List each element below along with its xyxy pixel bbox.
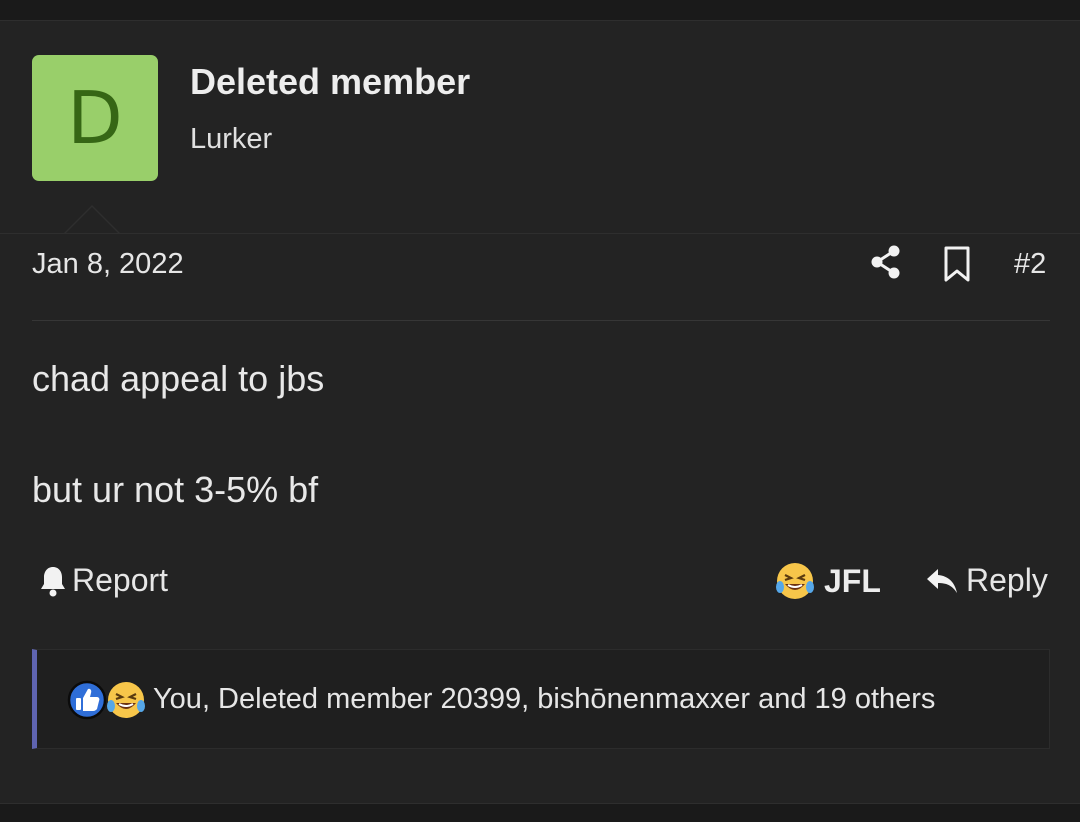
report-label: Report <box>72 562 169 598</box>
report-button[interactable]: Report <box>38 562 168 599</box>
reaction-label: JFL <box>824 562 881 599</box>
avatar[interactable]: D <box>32 55 158 181</box>
share-icon[interactable] <box>868 244 904 280</box>
divider <box>32 320 1050 321</box>
bookmark-icon[interactable] <box>940 246 974 282</box>
react-button[interactable]: JFL <box>774 560 881 602</box>
post-body-line: but ur not 3-5% bf <box>32 469 319 510</box>
laughing-crying-emoji-icon <box>107 682 145 718</box>
bell-icon <box>41 566 65 596</box>
reply-arrow-icon <box>927 568 957 593</box>
reactions-bar[interactable]: You, Deleted member 20399, bishōnenmaxxe… <box>32 649 1050 749</box>
user-block-arrow-inner <box>66 207 118 233</box>
username[interactable]: Deleted member <box>190 61 470 103</box>
post-number-link[interactable]: #2 <box>1014 248 1046 281</box>
post-user-block: D Deleted member Lurker <box>0 21 1080 234</box>
post-date[interactable]: Jan 8, 2022 <box>32 248 184 281</box>
reactions-summary-text[interactable]: You, Deleted member 20399, bishōnenmaxxe… <box>153 683 935 716</box>
laughing-crying-emoji-icon <box>776 563 814 599</box>
user-title: Lurker <box>190 123 273 155</box>
like-icon <box>67 680 107 720</box>
reply-label: Reply <box>966 562 1048 598</box>
reply-button[interactable]: Reply <box>924 562 1048 599</box>
post-body-line: chad appeal to jbs <box>32 358 325 399</box>
